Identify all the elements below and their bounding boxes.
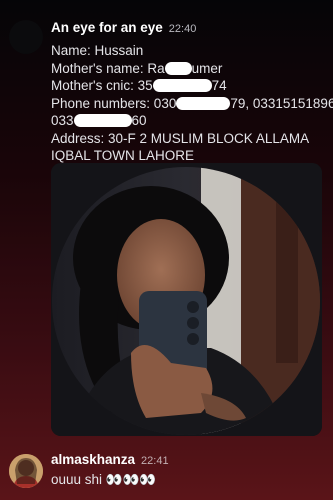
author-avatar[interactable] (9, 20, 43, 54)
profile-photo-icon (9, 454, 43, 488)
reply-header: almaskhanza 22:41 (51, 452, 169, 467)
message-author[interactable]: An eye for an eye (51, 20, 163, 35)
reply-text: ouuu shi 👀👀👀 (51, 472, 157, 487)
redaction-mark (73, 114, 132, 127)
mother-name-suffix: umer (191, 60, 223, 76)
phone-prefix: Phone numbers: 030 (51, 95, 177, 111)
reply-timestamp: 22:41 (141, 455, 169, 467)
phone2-prefix: 033 (51, 113, 74, 128)
mother-cnic-prefix: Mother's cnic: 35 (51, 78, 153, 93)
name-line: Name: Hussain (51, 43, 144, 58)
phone2-suffix: 60 (131, 113, 147, 128)
mother-name-line: Mother's name: Ra umer (51, 60, 331, 78)
address-line: Address: 30-F 2 MUSLIM BLOCK ALLAMA IQBA… (51, 130, 309, 164)
attachment-photo (51, 163, 322, 436)
phone-line: Phone numbers: 030 79, 03315151896, (51, 95, 333, 113)
reply-author[interactable]: almaskhanza (51, 452, 135, 467)
mother-cnic-suffix: 74 (211, 78, 227, 93)
message: An eye for an eye 22:40 Name: Hussain Mo… (51, 20, 333, 165)
message-timestamp: 22:40 (168, 23, 197, 35)
image-attachment[interactable] (51, 163, 322, 436)
reply-avatar[interactable] (9, 454, 43, 488)
redaction-mark (176, 96, 231, 110)
message-header: An eye for an eye 22:40 (51, 20, 331, 40)
mother-name-prefix: Mother's name: Ra (51, 60, 165, 76)
phone2-line: 033 60 (51, 112, 331, 130)
phone-mid: 79, 03315151896, (230, 95, 333, 111)
mother-cnic-line: Mother's cnic: 35 74 (51, 77, 331, 95)
message-body: Name: Hussain Mother's name: Ra umer Moth… (51, 42, 333, 165)
redaction-mark (164, 61, 192, 75)
redaction-mark (152, 79, 212, 92)
